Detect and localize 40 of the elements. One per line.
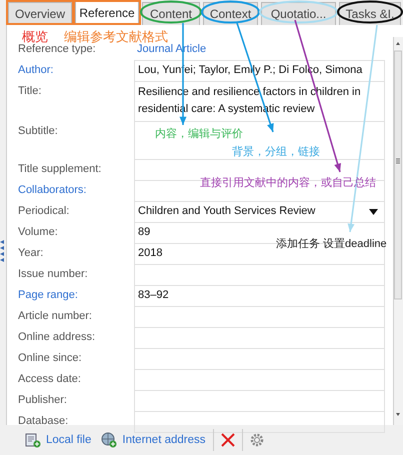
local-file-button[interactable]: Local file: [22, 430, 94, 450]
settings-icon: [250, 433, 264, 447]
text-field[interactable]: [134, 368, 385, 390]
field-label: Year:: [18, 246, 44, 260]
field-label: Article number:: [18, 308, 93, 324]
field-label: Subtitle:: [18, 124, 59, 138]
annotation-note: 内容，编辑与评价: [155, 126, 243, 141]
field-label: Database:: [18, 414, 70, 428]
dropdown-arrow-icon: [369, 208, 378, 214]
field-label: Access date:: [18, 372, 82, 386]
dropdown-field[interactable]: Children and Youth Services Review: [134, 200, 385, 222]
field-label: Title:: [18, 84, 42, 98]
field-label: Periodical:: [18, 204, 70, 218]
annotation-note: 直接引用文献中的内容，或自己总结: [200, 176, 376, 190]
close-icon: [220, 433, 234, 447]
text-field[interactable]: [134, 326, 385, 348]
annotation-note: 编辑参考文献格式: [64, 28, 168, 44]
text-field[interactable]: [134, 390, 385, 410]
field-label: Online address:: [18, 330, 96, 344]
text-field[interactable]: [134, 306, 385, 326]
field-link[interactable]: Page range:: [18, 284, 134, 306]
text-field[interactable]: 83–92: [134, 284, 385, 306]
field-link[interactable]: Author:: [18, 60, 134, 80]
annotation-note: 概览: [22, 28, 48, 44]
splitter-grip-icon: [0, 239, 4, 263]
field-label: Reference type:: [18, 43, 97, 57]
field-label: Publisher:: [18, 392, 68, 408]
internet-address-button[interactable]: Internet address: [98, 430, 208, 450]
tab[interactable]: Overview: [8, 2, 72, 25]
file-add-icon: [25, 432, 41, 448]
field-label: Title supplement:: [18, 162, 102, 176]
annotation-note: 背景，分组，链接: [232, 144, 320, 159]
text-field[interactable]: [134, 348, 385, 368]
field-label: Online since:: [18, 350, 83, 366]
globe-add-icon: [101, 432, 118, 448]
field-label: Volume:: [18, 224, 59, 240]
field-link[interactable]: Collaborators:: [18, 180, 134, 200]
text-field[interactable]: [134, 410, 385, 432]
field-label: Issue number:: [18, 266, 89, 282]
text-field[interactable]: [134, 264, 385, 284]
